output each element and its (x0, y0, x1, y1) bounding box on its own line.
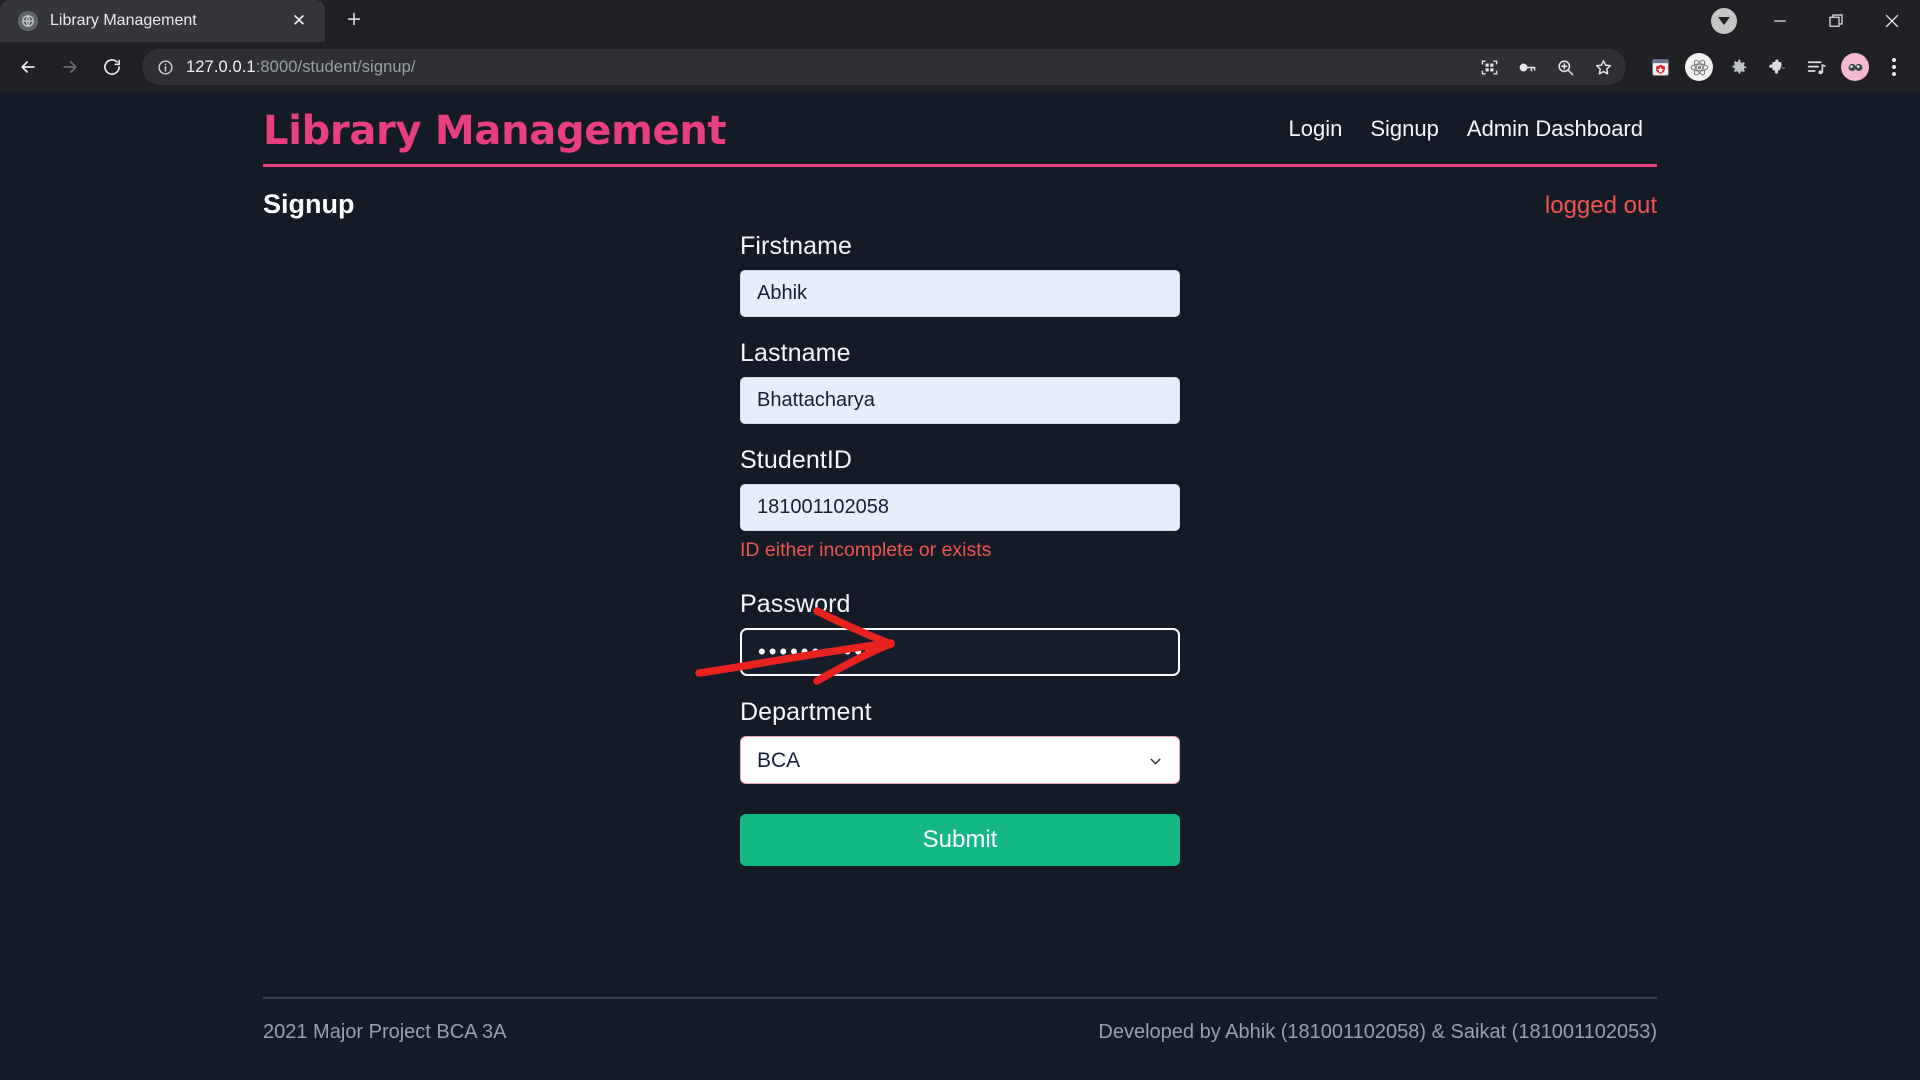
url-host: 127.0.0.1 (186, 58, 256, 76)
reload-icon[interactable] (92, 47, 132, 87)
maximize-icon[interactable] (1808, 0, 1864, 42)
site-header: Library Management Login Signup Admin Da… (255, 108, 1665, 164)
main-nav: Login Signup Admin Dashboard (1275, 116, 1657, 142)
field-group-lastname: Lastname (740, 339, 1180, 424)
site-info-icon[interactable] (152, 54, 178, 80)
footer-row: 2021 Major Project BCA 3A Developed by A… (263, 1021, 1657, 1044)
nav-link-signup[interactable]: Signup (1356, 116, 1453, 142)
url-path: :8000/student/signup/ (256, 58, 416, 76)
lastname-input[interactable] (740, 377, 1180, 424)
qr-code-icon[interactable] (1472, 50, 1506, 84)
minimize-icon[interactable] (1752, 0, 1808, 42)
close-icon[interactable]: ✕ (285, 7, 313, 35)
url-text: 127.0.0.1:8000/student/signup/ (186, 58, 416, 77)
brand-title: Library Management (263, 108, 726, 154)
password-key-icon[interactable] (1510, 50, 1544, 84)
new-tab-button[interactable]: + (335, 1, 373, 39)
tab-strip: Library Management ✕ + (0, 0, 1920, 42)
subheader-row: Signup logged out (255, 167, 1665, 220)
field-group-studentid: StudentID ID either incomplete or exists (740, 446, 1180, 562)
password-input[interactable] (740, 628, 1180, 676)
adblock-shield-icon[interactable] (1642, 49, 1678, 85)
studentid-error-message: ID either incomplete or exists (740, 539, 1180, 562)
browser-toolbar: 127.0.0.1:8000/student/signup/ (0, 42, 1920, 92)
browser-chrome: Library Management ✕ + (0, 0, 1920, 92)
playlist-music-icon[interactable] (1798, 49, 1834, 85)
department-select-wrapper: BCA (740, 736, 1180, 784)
omnibox-action-icons (1472, 49, 1620, 85)
back-arrow-icon[interactable] (8, 47, 48, 87)
zoom-in-icon[interactable] (1548, 50, 1582, 84)
page-container: Library Management Login Signup Admin Da… (255, 92, 1665, 866)
label-password: Password (740, 590, 1180, 619)
tab-search-icon[interactable] (1696, 0, 1752, 42)
page-body: Library Management Login Signup Admin Da… (0, 92, 1920, 1080)
chevron-down-icon (1718, 17, 1730, 25)
field-group-password: Password (740, 590, 1180, 676)
signup-form: Firstname Lastname StudentID ID either i… (740, 232, 1180, 866)
footer-divider (263, 997, 1657, 999)
label-department: Department (740, 698, 1180, 727)
studentid-input[interactable] (740, 484, 1180, 531)
label-studentid: StudentID (740, 446, 1180, 475)
footer-left-text: 2021 Major Project BCA 3A (263, 1021, 506, 1044)
puzzle-extensions-icon[interactable] (1759, 49, 1795, 85)
label-firstname: Firstname (740, 232, 1180, 261)
settings-gear-icon[interactable] (1720, 49, 1756, 85)
footer-right-text: Developed by Abhik (181001102058) & Saik… (1098, 1021, 1657, 1044)
field-group-firstname: Firstname (740, 232, 1180, 317)
auth-status-badge: logged out (1545, 192, 1657, 220)
chrome-menu-icon[interactable] (1876, 49, 1912, 85)
window-controls (1696, 0, 1920, 42)
window-close-icon[interactable] (1864, 0, 1920, 42)
page-title: Signup (263, 189, 354, 220)
avatar (1841, 53, 1869, 81)
firstname-input[interactable] (740, 270, 1180, 317)
bookmark-star-icon[interactable] (1586, 50, 1620, 84)
extension-icons (1636, 49, 1912, 85)
tab-search-circle (1711, 8, 1737, 34)
profile-avatar-icon[interactable] (1837, 49, 1873, 85)
site-footer: 2021 Major Project BCA 3A Developed by A… (255, 997, 1665, 1044)
react-devtools-icon[interactable] (1681, 49, 1717, 85)
nav-link-admin-dashboard[interactable]: Admin Dashboard (1453, 116, 1657, 142)
nav-link-login[interactable]: Login (1275, 116, 1357, 142)
react-logo (1685, 53, 1713, 81)
field-group-department: Department BCA (740, 698, 1180, 784)
label-lastname: Lastname (740, 339, 1180, 368)
three-dot-menu (1892, 58, 1896, 76)
globe-icon (18, 11, 38, 31)
address-bar[interactable]: 127.0.0.1:8000/student/signup/ (142, 49, 1626, 85)
department-select[interactable]: BCA (740, 736, 1180, 784)
browser-tab[interactable]: Library Management ✕ (0, 0, 325, 42)
forward-arrow-icon[interactable] (50, 47, 90, 87)
submit-button[interactable]: Submit (740, 814, 1180, 866)
tab-title: Library Management (50, 12, 273, 30)
